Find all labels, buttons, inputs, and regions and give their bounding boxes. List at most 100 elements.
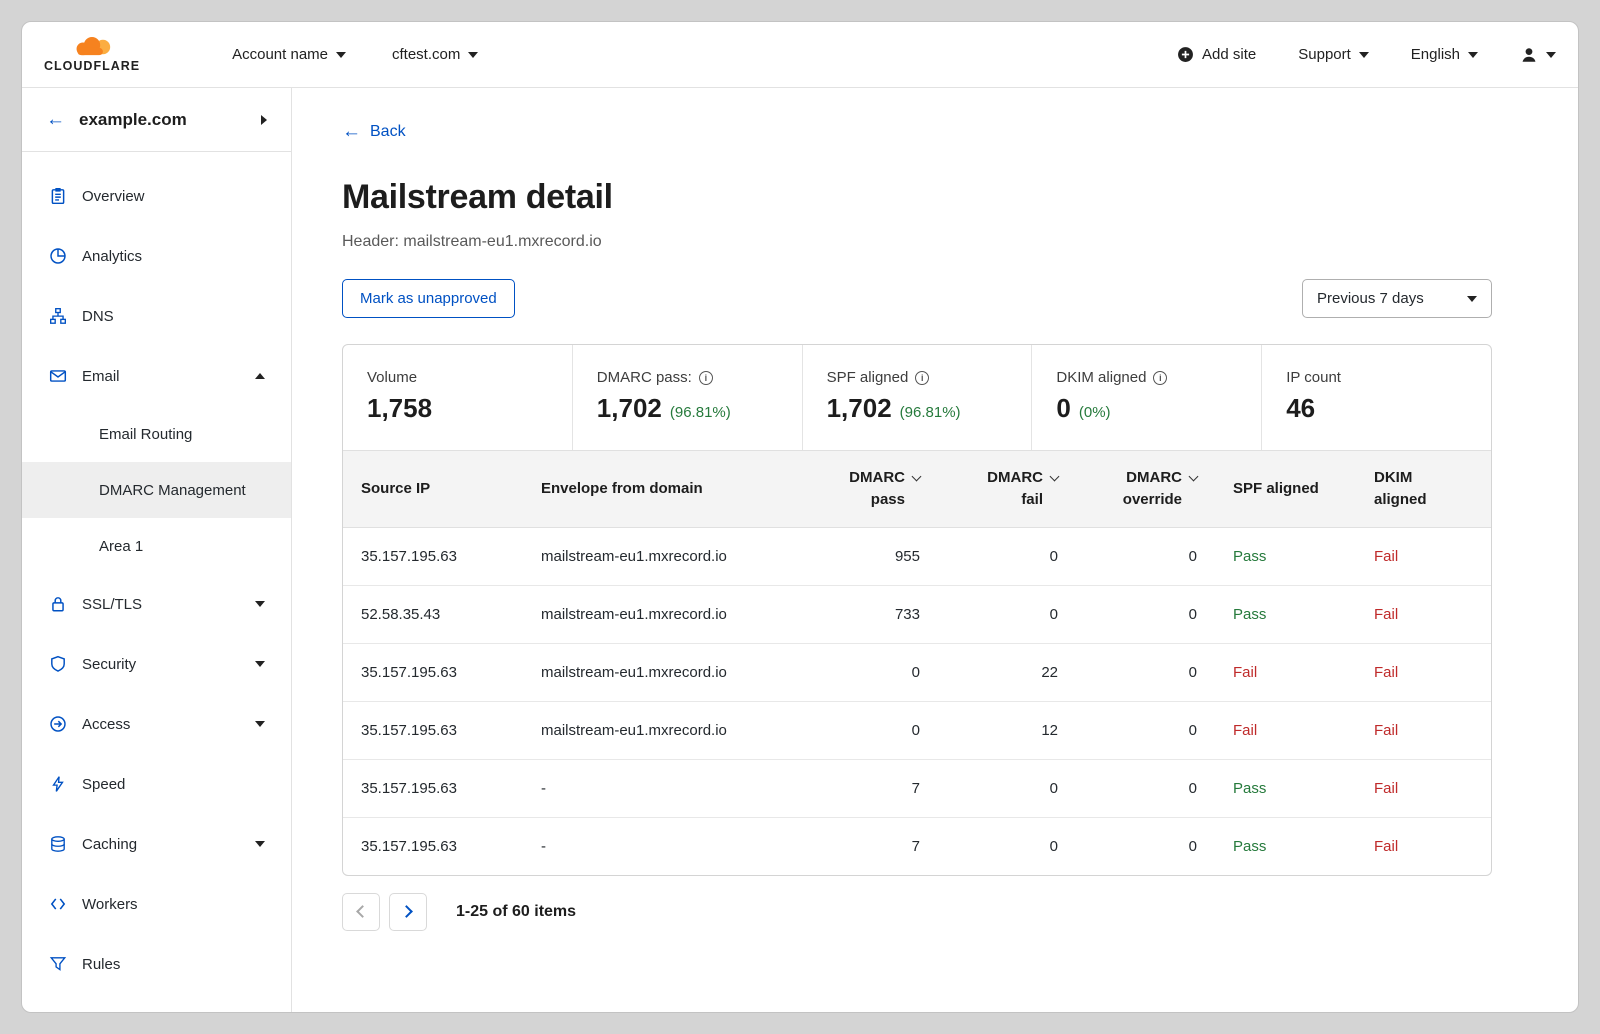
stat-label: IP count	[1286, 369, 1341, 386]
chevron-down-icon	[1468, 52, 1478, 58]
stat-dkim-aligned: DKIM aligned 0 (0%)	[1031, 345, 1261, 450]
mark-as-unapproved-button[interactable]: Mark as unapproved	[342, 279, 515, 318]
cloudflare-logo[interactable]: CLOUDFLARE	[44, 37, 140, 73]
sidebar-item-label: Workers	[82, 896, 138, 913]
email-icon	[48, 367, 67, 386]
dmarc-fail-cell: 0	[938, 585, 1076, 643]
sidebar-item-caching[interactable]: Caching	[22, 814, 291, 874]
col-header-source-ip: Source IP	[343, 451, 523, 528]
stat-percent: (0%)	[1079, 404, 1111, 421]
dmarc-override-cell: 0	[1076, 759, 1215, 817]
dmarc-fail-cell: 22	[938, 643, 1076, 701]
dkim-aligned-status: Fail	[1356, 585, 1492, 643]
sidebar-item-label: Area 1	[99, 538, 143, 555]
sort-chevron-icon	[912, 472, 922, 482]
col-header-dkim-aligned: DKIM aligned	[1356, 451, 1492, 528]
source-ip-cell: 35.157.195.63	[343, 643, 523, 701]
sidebar-item-label: Email	[82, 368, 120, 385]
back-arrow-icon	[46, 110, 65, 129]
sidebar-item-rules[interactable]: Rules	[22, 934, 291, 994]
add-site-button[interactable]: Add site	[1177, 46, 1256, 63]
col-header-dmarc-pass[interactable]: DMARC pass	[800, 451, 938, 528]
stat-value: 46	[1286, 393, 1315, 424]
stat-value: 1,702	[827, 393, 892, 424]
stat-percent: (96.81%)	[670, 404, 731, 421]
sidebar-item-email-routing[interactable]: Email Routing	[22, 406, 291, 462]
sidebar-item-label: SSL/TLS	[82, 596, 142, 613]
account-menu[interactable]: Account name	[232, 46, 346, 63]
sidebar-item-ssl-tls[interactable]: SSL/TLS	[22, 574, 291, 634]
stat-dmarc-pass: DMARC pass: 1,702 (96.81%)	[572, 345, 802, 450]
lock-icon	[48, 595, 67, 614]
spf-aligned-status: Pass	[1215, 759, 1356, 817]
support-menu-label: Support	[1298, 46, 1351, 63]
network-icon	[48, 307, 67, 326]
info-icon[interactable]	[1153, 371, 1167, 385]
database-icon	[48, 835, 67, 854]
sidebar-item-dmarc-management[interactable]: DMARC Management	[22, 462, 291, 518]
back-arrow-icon	[342, 122, 361, 141]
chevron-right-icon	[261, 115, 267, 125]
domain-menu[interactable]: cftest.com	[392, 46, 478, 63]
table-row: 35.157.195.63 mailstream-eu1.mxrecord.io…	[343, 643, 1492, 701]
chevron-up-icon	[255, 373, 265, 379]
date-range-select[interactable]: Previous 7 days	[1302, 279, 1492, 318]
dkim-aligned-status: Fail	[1356, 527, 1492, 585]
sidebar-item-email[interactable]: Email	[22, 346, 291, 406]
spf-aligned-status: Pass	[1215, 585, 1356, 643]
sidebar-item-security[interactable]: Security	[22, 634, 291, 694]
sidebar-item-label: Access	[82, 716, 130, 733]
stat-value: 1,758	[367, 393, 432, 424]
table-row: 35.157.195.63 mailstream-eu1.mxrecord.io…	[343, 701, 1492, 759]
sidebar-item-dns[interactable]: DNS	[22, 286, 291, 346]
spf-aligned-status: Pass	[1215, 527, 1356, 585]
logo-wordmark: CLOUDFLARE	[44, 59, 140, 73]
sidebar-item-label: Email Routing	[99, 426, 192, 443]
source-ip-cell: 35.157.195.63	[343, 759, 523, 817]
spf-aligned-status: Pass	[1215, 817, 1356, 875]
sidebar-item-speed[interactable]: Speed	[22, 754, 291, 814]
site-switcher[interactable]: example.com	[22, 88, 291, 152]
info-icon[interactable]	[915, 371, 929, 385]
dmarc-override-cell: 0	[1076, 701, 1215, 759]
sidebar-item-workers[interactable]: Workers	[22, 874, 291, 934]
sidebar-item-overview[interactable]: Overview	[22, 166, 291, 226]
chevron-down-icon	[468, 52, 478, 58]
pagination-range-label: 1-25 of 60 items	[456, 903, 576, 921]
filter-icon	[48, 955, 67, 974]
source-ip-table: Source IP Envelope from domain DMARC pas…	[343, 450, 1492, 875]
mailstream-detail-card: Volume 1,758 DMARC pass: 1,702	[342, 344, 1492, 876]
sidebar-item-analytics[interactable]: Analytics	[22, 226, 291, 286]
chevron-down-icon	[1467, 296, 1477, 302]
info-icon[interactable]	[699, 371, 713, 385]
language-menu[interactable]: English	[1411, 46, 1478, 63]
sidebar-item-access[interactable]: Access	[22, 694, 291, 754]
col-header-envelope-from: Envelope from domain	[523, 451, 800, 528]
source-ip-cell: 35.157.195.63	[343, 701, 523, 759]
sidebar-item-area-1[interactable]: Area 1	[22, 518, 291, 574]
dmarc-pass-cell: 7	[800, 817, 938, 875]
next-page-button[interactable]	[389, 893, 427, 931]
dkim-aligned-status: Fail	[1356, 701, 1492, 759]
dmarc-pass-cell: 7	[800, 759, 938, 817]
stats-row: Volume 1,758 DMARC pass: 1,702	[343, 345, 1491, 450]
shield-icon	[48, 655, 67, 674]
user-menu[interactable]	[1520, 46, 1556, 64]
dmarc-fail-cell: 0	[938, 527, 1076, 585]
lightning-icon	[48, 775, 67, 794]
sidebar-item-label: Rules	[82, 956, 120, 973]
chevron-down-icon	[255, 721, 265, 727]
col-header-dmarc-override[interactable]: DMARC override	[1076, 451, 1215, 528]
sidebar-item-label: DNS	[82, 308, 114, 325]
source-ip-cell: 35.157.195.63	[343, 527, 523, 585]
dmarc-pass-cell: 0	[800, 701, 938, 759]
support-menu[interactable]: Support	[1298, 46, 1369, 63]
chevron-down-icon	[1546, 52, 1556, 58]
date-range-value: Previous 7 days	[1317, 290, 1424, 307]
site-name: example.com	[79, 110, 247, 130]
prev-page-button[interactable]	[342, 893, 380, 931]
stat-label: Volume	[367, 369, 417, 386]
back-link[interactable]: Back	[342, 122, 406, 141]
col-header-dmarc-fail[interactable]: DMARC fail	[938, 451, 1076, 528]
mailstream-header-subtitle: Header: mailstream-eu1.mxrecord.io	[342, 233, 1492, 251]
